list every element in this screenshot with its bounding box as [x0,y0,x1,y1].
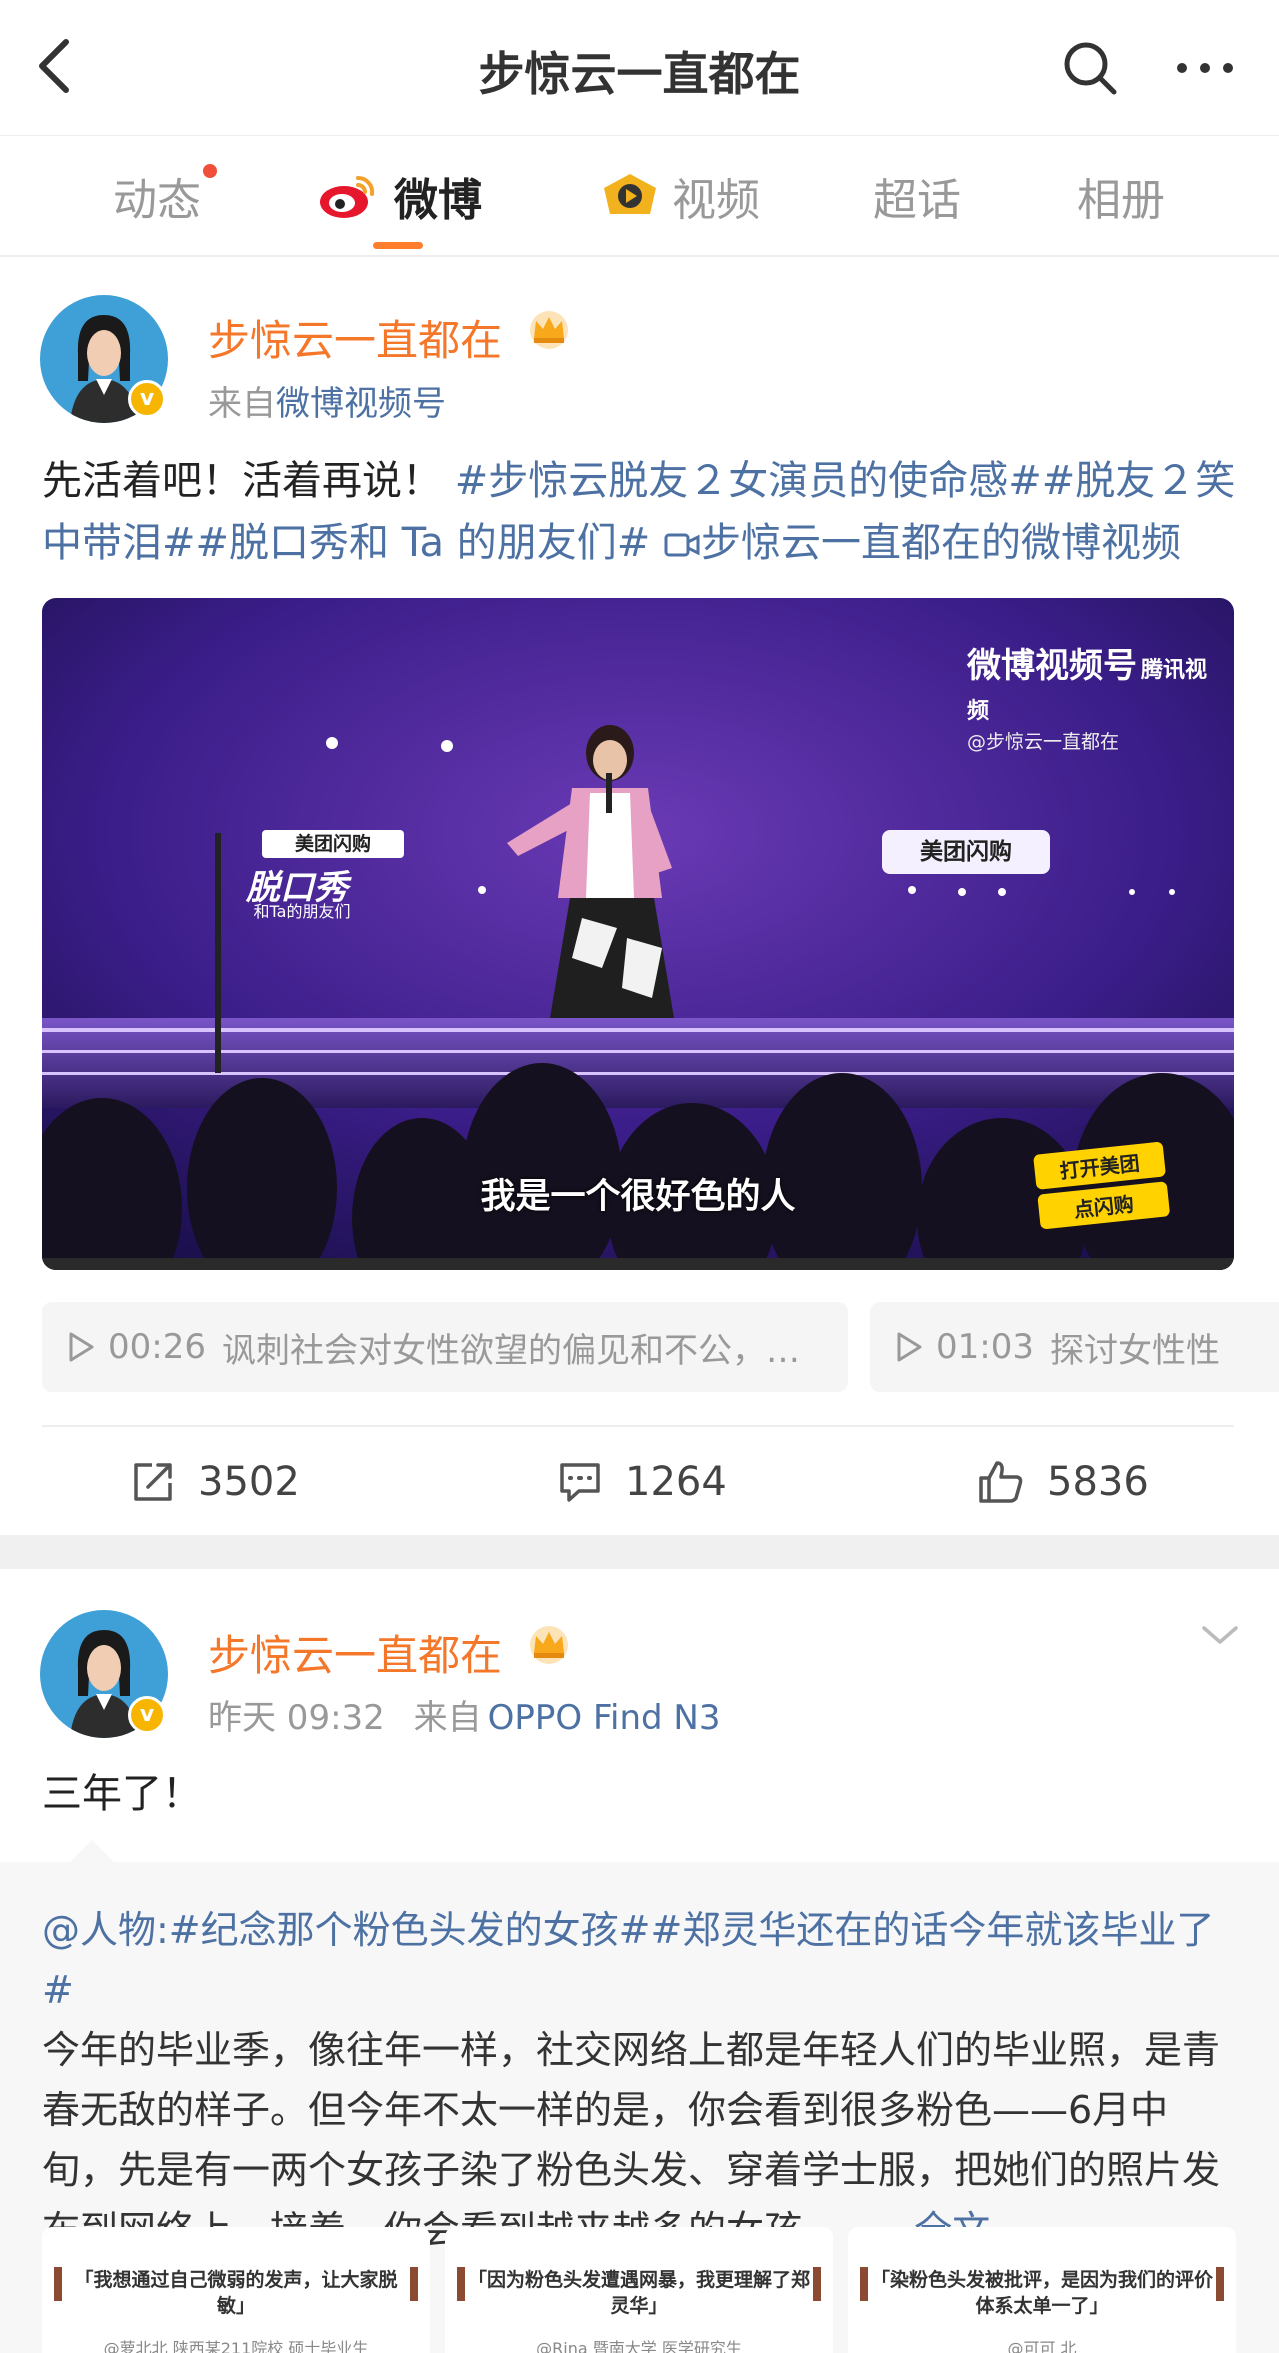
post-text: 先活着吧！活着再说！ #步惊云脱友２女演员的使命感##脱友２笑中带泪##脱口秀和… [42,450,1242,574]
like-count: 5836 [1047,1459,1149,1505]
quote-bar [457,2267,465,2301]
source-link[interactable]: 微博视频号 [276,384,446,424]
repost-image[interactable]: 「染粉色头发被批评，是因为我们的评价体系太单一了」 @可可 北 [848,2227,1236,2353]
post-separator [0,1535,1279,1569]
sponsor-board: 美团闪购 [882,830,1050,874]
tab-label: 超话 [873,175,961,226]
repost-author-tag[interactable]: @人物:#纪念那个粉色头发的女孩##郑灵华还在的话今年就该毕业了# [42,1908,1214,2012]
video-link-label: 步惊云一直都在的微博视频 [701,520,1182,566]
post-time: 昨天 09:32 [208,1698,385,1738]
tab-album[interactable]: 相册 [1077,166,1165,226]
video-tab-icon [604,174,656,214]
post-text-plain: 先活着吧！活着再说！ [42,458,442,504]
chevron-down-icon[interactable] [1200,1620,1240,1650]
post-author-name[interactable]: 步惊云一直都在 [208,307,502,368]
quote-bar [54,2267,62,2301]
image-byline: @Rina 暨南大学 医学研究生 [536,2339,742,2353]
play-icon [897,1332,922,1362]
chapter-time: 00:26 [108,1327,206,1367]
more-dots-icon[interactable] [1170,38,1240,98]
watermark-user: @步惊云一直都在 [967,731,1120,753]
quote-bar [813,2267,821,2301]
post-actions: 3502 1264 5836 [42,1425,1234,1535]
source-prefix: 来自 [413,1698,482,1738]
repost-image[interactable]: 「我想通过自己微弱的发声，让大家脱敏」 @萝北北 陕西某211院校 硕士毕业生 [42,2227,430,2353]
image-quote: 「我想通过自己微弱的发声，让大家脱敏」 [74,2269,398,2317]
tab-weibo[interactable]: 微博 [318,166,482,226]
comment-button[interactable]: 1264 [557,1447,727,1517]
comment-icon [560,1463,600,1502]
verified-badge-icon: v [128,380,166,418]
tab-label: 微博 [394,175,482,226]
cta-line-2: 点闪购 [1037,1181,1171,1230]
repost-image[interactable]: 「因为粉色头发遭遇网暴，我更理解了郑灵华」 @Rina 暨南大学 医学研究生 [445,2227,833,2353]
chapter-item[interactable]: 00:26 讽刺社会对女性欲望的偏见和不公，… [42,1302,848,1392]
verified-badge-icon: v [128,1696,166,1734]
tab-label: 动态 [113,175,201,226]
post-text: 三年了！ [42,1771,202,1817]
quote-bar [1216,2267,1224,2301]
video-link[interactable]: 步惊云一直都在的微博视频 [663,520,1181,566]
image-byline: @可可 北 [1007,2339,1077,2353]
profile-tabs: 动态 微博 视频 超话 相册 [0,135,1279,257]
thumbs-up-icon [979,1461,1023,1503]
repost-icon [134,1463,172,1501]
repost-text: @人物:#纪念那个粉色头发的女孩##郑灵华还在的话今年就该毕业了# 今年的毕业季… [42,1900,1242,2260]
tab-label: 相册 [1077,175,1165,226]
crown-icon [530,1626,568,1664]
tab-video[interactable]: 视频 [600,166,760,226]
active-tab-indicator [373,242,423,249]
play-icon [69,1332,94,1362]
source-link[interactable]: OPPO Find N3 [488,1698,721,1738]
top-bar: 步惊云一直都在 [0,0,1279,135]
chapter-item[interactable]: 01:03 探讨女性性 [870,1302,1279,1392]
weibo-logo-icon [320,175,375,218]
watermark-brand: 微博视频号 [967,646,1137,686]
tab-feed[interactable]: 动态 [113,164,217,226]
source-prefix: 来自 [208,384,276,424]
post-author-name[interactable]: 步惊云一直都在 [208,1622,502,1683]
video-player[interactable]: 微博视频号 腾讯视频 @步惊云一直都在 美团闪购 脱口秀 和Ta的朋友们 美团闪购… [42,598,1234,1270]
reposted-card[interactable]: @人物:#纪念那个粉色头发的女孩##郑灵华还在的话今年就该毕业了# 今年的毕业季… [0,1840,1279,2353]
quote-bar [860,2267,868,2301]
post-meta: 昨天 09:32 来自 OPPO Find N3 [208,1690,720,1739]
image-quote: 「因为粉色头发遭遇网暴，我更理解了郑灵华」 [467,2269,810,2317]
like-button[interactable]: 5836 [977,1447,1149,1517]
image-byline: @萝北北 陕西某211院校 硕士毕业生 [103,2339,369,2353]
repost-body: 今年的毕业季，像往年一样，社交网络上都是年轻人们的毕业照，是青春无敌的样子。但今… [42,2028,1221,2252]
sponsor-logo: 美团闪购 [262,830,404,858]
crown-icon [530,311,568,349]
video-camera-icon [664,533,700,557]
video-chapters: 00:26 讽刺社会对女性欲望的偏见和不公，… 01:03 探讨女性性 [42,1302,1279,1392]
search-icon[interactable] [1060,38,1120,98]
repost-count: 3502 [198,1459,300,1505]
image-quote: 「染粉色头发被批评，是因为我们的评价体系太单一了」 [870,2269,1213,2317]
show-logo-sub: 和Ta的朋友们 [253,902,351,921]
tab-supertopic[interactable]: 超话 [873,166,961,226]
repost-button[interactable]: 3502 [130,1447,300,1517]
comment-count: 1264 [625,1459,727,1505]
repost-notch [70,1840,114,1862]
notification-dot [203,164,217,178]
post-source: 来自微博视频号 [208,376,446,425]
quote-bar [410,2267,418,2301]
chapter-time: 01:03 [936,1327,1034,1367]
tab-label: 视频 [672,175,760,226]
cta-sticker[interactable]: 打开美团 点闪购 [1033,1141,1171,1236]
video-watermark: 微博视频号 腾讯视频 @步惊云一直都在 [967,638,1227,753]
chapter-text: 讽刺社会对女性欲望的偏见和不公，… [221,1330,800,1371]
chapter-text: 探讨女性性 [1049,1330,1220,1371]
